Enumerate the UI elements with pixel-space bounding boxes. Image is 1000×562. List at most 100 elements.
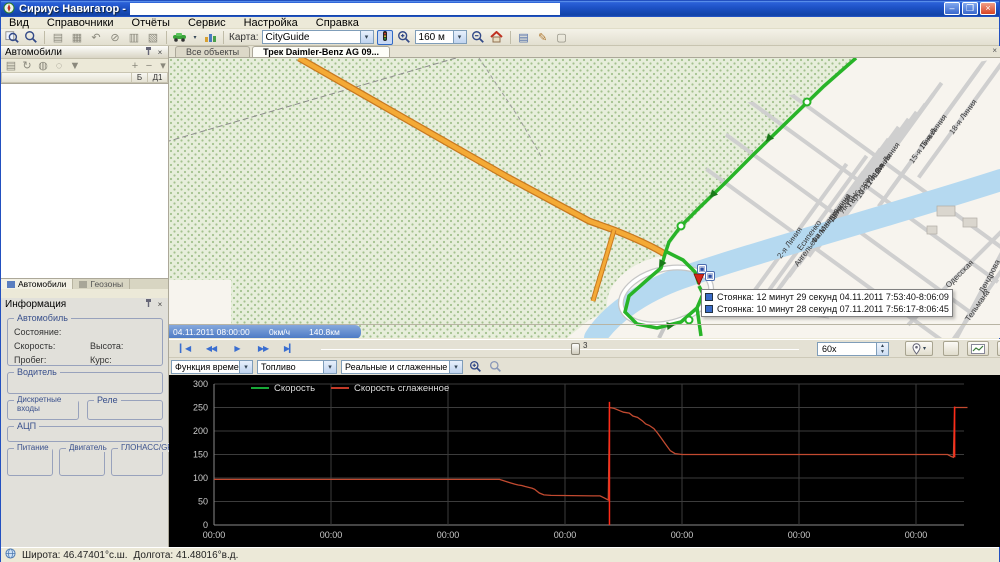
disabled-tool-icon: ▤ bbox=[50, 30, 66, 45]
menu-item-vid[interactable]: Вид bbox=[9, 17, 29, 29]
zoom-window-icon[interactable] bbox=[4, 30, 20, 45]
chevron-down-icon[interactable]: ▾ bbox=[191, 30, 199, 45]
toggle-button[interactable] bbox=[943, 341, 959, 356]
tab-geozones[interactable]: Геозоны bbox=[73, 279, 130, 289]
group-gps: ГЛОНАСС/GPS bbox=[111, 448, 163, 476]
disabled-search-icon: ◌ bbox=[53, 58, 65, 73]
spinner-arrows-icon[interactable]: ▲▼ bbox=[876, 343, 888, 355]
zoom-icon[interactable] bbox=[23, 30, 39, 45]
chevron-down-icon[interactable]: ▾ bbox=[323, 361, 336, 373]
chevron-down-icon[interactable]: ▾ bbox=[239, 361, 252, 373]
home-icon[interactable] bbox=[489, 30, 505, 45]
stop-info-text: Стоянка: 10 минут 28 секунд 07.11.2011 7… bbox=[717, 304, 949, 314]
tab-track[interactable]: Трек Daimler-Benz AG 09... bbox=[252, 46, 390, 57]
y-tick-label: 250 bbox=[193, 403, 208, 413]
chevron-down-icon[interactable]: ▾ bbox=[360, 31, 373, 43]
skip-start-button[interactable]: ▎◀ bbox=[175, 342, 195, 356]
speed-chart[interactable]: 05010015020025030000:0000:0000:0000:0000… bbox=[169, 375, 1000, 547]
stop-marker-icon[interactable]: ▣ bbox=[705, 271, 715, 281]
menu-item-servis[interactable]: Сервис bbox=[188, 17, 226, 29]
fast-forward-button[interactable]: ▶▶ bbox=[253, 342, 273, 356]
disabled-tool-icon: ▧ bbox=[145, 30, 161, 45]
list-icon[interactable]: ▤ bbox=[516, 30, 532, 45]
menu-item-spravochniki[interactable]: Справочники bbox=[47, 17, 114, 29]
vehicles-column-headers: Б Д1 bbox=[1, 72, 168, 83]
chart-window-button[interactable] bbox=[967, 341, 989, 356]
map-select[interactable]: CityGuide ▾ bbox=[262, 30, 374, 44]
tooltip-row[interactable]: Стоянка: 12 минут 29 секунд 04.11.2011 7… bbox=[705, 291, 949, 303]
playback-slider-handle[interactable] bbox=[571, 343, 580, 355]
map-scale-value: 160 м bbox=[419, 32, 445, 43]
placemark-button[interactable]: ▾ bbox=[905, 341, 933, 356]
skip-end-button[interactable]: ▶▎ bbox=[279, 342, 299, 356]
vehicles-list[interactable] bbox=[1, 83, 168, 278]
app-window: Сириус Навигатор - – ❐ × Вид Справочники… bbox=[0, 0, 1000, 562]
more-icon[interactable]: ▾ bbox=[158, 58, 168, 73]
chart-zoom-in-icon[interactable] bbox=[467, 359, 483, 374]
track-event-icon bbox=[705, 293, 713, 301]
close-panel-icon[interactable]: × bbox=[154, 47, 166, 58]
pin-icon[interactable] bbox=[142, 47, 154, 58]
close-button[interactable]: × bbox=[980, 2, 996, 15]
menu-item-spravka[interactable]: Справка bbox=[316, 17, 359, 29]
tab-close-button[interactable]: × bbox=[992, 46, 997, 57]
tab-vehicles[interactable]: Автомобили bbox=[1, 279, 73, 289]
track-progress-bar[interactable]: 04.11.2011 08:00:00 0км/ч 140.8км bbox=[169, 324, 1000, 338]
main-toolbar: ▤ ▦ ↶ ⊘ ▥ ▧ ▾ Карта: CityGuide ▾ 160 м ▾ bbox=[1, 29, 999, 46]
column-d1[interactable]: Д1 bbox=[148, 72, 168, 83]
add-icon[interactable]: + bbox=[130, 58, 140, 73]
minimize-button[interactable]: – bbox=[944, 2, 960, 15]
menu-bar: Вид Справочники Отчёты Сервис Настройка … bbox=[1, 17, 999, 29]
column-b[interactable]: Б bbox=[132, 72, 148, 83]
left-panel-tabs: Автомобили Геозоны bbox=[1, 278, 168, 289]
y-tick-label: 200 bbox=[193, 426, 208, 436]
playback-slider-track[interactable] bbox=[321, 349, 799, 350]
menu-item-otchety[interactable]: Отчёты bbox=[132, 17, 170, 29]
legend-speed-smoothed: Скорость сглаженное bbox=[331, 383, 449, 394]
chart-tool-icon[interactable] bbox=[202, 30, 218, 45]
function-select[interactable]: Функция времени ▾ bbox=[171, 360, 253, 374]
timeline-datetime: 04.11.2011 08:00:00 bbox=[173, 327, 250, 337]
playback-speed-value: 60x bbox=[822, 344, 837, 354]
x-tick-label: 00:00 bbox=[203, 530, 226, 540]
playback-speed-spinner[interactable]: 60x ▲▼ bbox=[817, 342, 889, 356]
zoom-in-icon[interactable] bbox=[396, 30, 412, 45]
pin-icon[interactable] bbox=[142, 299, 154, 310]
column-name[interactable] bbox=[1, 72, 132, 83]
vehicle-icon[interactable] bbox=[172, 30, 188, 45]
map-view[interactable]: 18-я Линия16-я Линия15-я Линия12-я Линия… bbox=[169, 58, 1000, 338]
map-tab-bar: Все объекты Трек Daimler-Benz AG 09... × bbox=[169, 46, 1000, 58]
maximize-button[interactable]: ❐ bbox=[962, 2, 978, 15]
rewind-button[interactable]: ◀◀ bbox=[201, 342, 221, 356]
disabled-refresh-icon: ↻ bbox=[21, 58, 33, 73]
tooltip-row[interactable]: Стоянка: 10 минут 28 секунд 07.11.2011 7… bbox=[705, 303, 949, 315]
legend-speed: Скорость bbox=[251, 383, 315, 394]
parameter-select[interactable]: Топливо ▾ bbox=[257, 360, 337, 374]
track-progress-fill: 04.11.2011 08:00:00 0км/ч 140.8км bbox=[169, 325, 361, 338]
menu-item-nastroyka[interactable]: Настройка bbox=[244, 17, 298, 29]
y-tick-label: 150 bbox=[193, 450, 208, 460]
playback-bar: ▎◀ ◀◀ ▶ ▶▶ ▶▎ 3 60x ▲▼ ▾ bbox=[169, 339, 1000, 357]
edit-icon[interactable]: ✎ bbox=[535, 30, 551, 45]
info-panel: Информация × Автомобиль Состояние: Скоро… bbox=[1, 298, 169, 547]
tab-all-objects[interactable]: Все объекты bbox=[175, 46, 250, 57]
values-mode-select[interactable]: Реальные и сглаженные значен ▾ bbox=[341, 360, 463, 374]
chevron-down-icon[interactable]: ▾ bbox=[449, 361, 462, 373]
map-combo-label: Карта: bbox=[229, 32, 259, 43]
close-panel-icon[interactable]: × bbox=[154, 299, 166, 310]
chart-controls-bar: Функция времени ▾ Топливо ▾ Реальные и с… bbox=[169, 357, 1000, 375]
info-panel-title: Информация bbox=[5, 299, 66, 310]
disabled-tool-icon: ↶ bbox=[88, 30, 104, 45]
globe-icon bbox=[5, 548, 16, 562]
map-scale-select[interactable]: 160 м ▾ bbox=[415, 30, 467, 44]
x-tick-label: 00:00 bbox=[788, 530, 811, 540]
zoom-out-icon[interactable] bbox=[470, 30, 486, 45]
title-bar[interactable]: Сириус Навигатор - – ❐ × bbox=[1, 1, 999, 17]
status-longitude: Долгота: 41.48016°в.д. bbox=[134, 550, 239, 561]
chevron-down-icon[interactable]: ▾ bbox=[453, 31, 466, 43]
remove-icon[interactable]: − bbox=[144, 58, 154, 73]
chart-zoom-out-icon[interactable] bbox=[487, 359, 503, 374]
play-button[interactable]: ▶ bbox=[227, 342, 247, 356]
field-mileage: Пробег: bbox=[14, 355, 46, 365]
track-cursor-tool-button[interactable] bbox=[377, 30, 393, 45]
